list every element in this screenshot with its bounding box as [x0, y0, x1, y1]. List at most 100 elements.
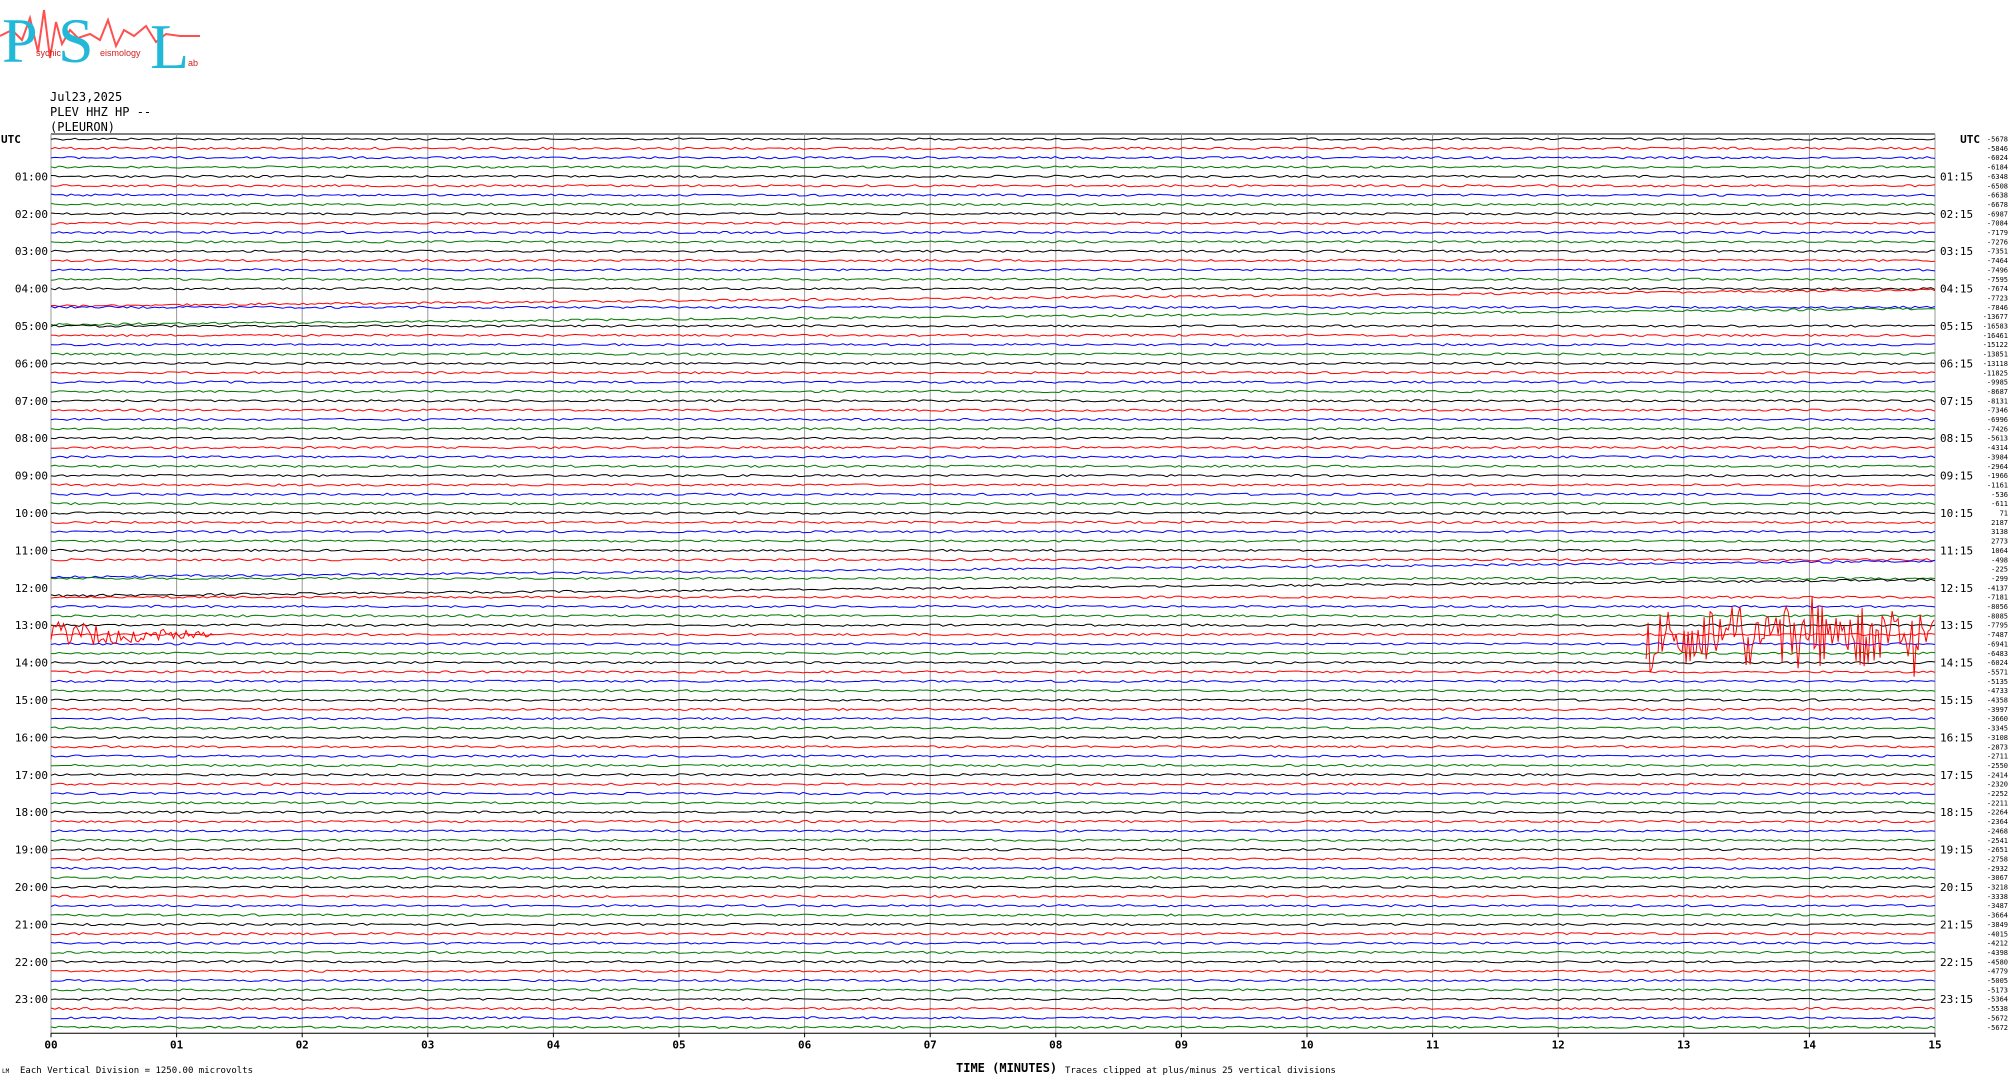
row-offset-label: -6348 [1987, 173, 2008, 181]
row-offset-label: -2264 [1987, 809, 2008, 817]
x-tick-label: 07 [924, 1038, 937, 1051]
row-offset-label: -2964 [1987, 463, 2008, 471]
x-tick-label: 11 [1426, 1038, 1440, 1051]
row-offset-label: -4137 [1987, 584, 2008, 592]
row-offset-label: -7351 [1987, 248, 2008, 256]
row-offset-label: -3487 [1987, 902, 2008, 910]
trace-row-12 [50, 249, 1936, 253]
trace-row-88 [50, 960, 1936, 964]
trace-row-93 [50, 1006, 1936, 1011]
row-offset-label: -3218 [1987, 884, 2008, 892]
trace-row-34 [50, 455, 1936, 459]
row-offset-label: -6508 [1987, 182, 2008, 190]
row-offset-label: -5005 [1987, 977, 2008, 985]
trace-row-62 [50, 717, 1936, 721]
x-tick-label: 03 [421, 1038, 434, 1051]
hour-label-left: 23:00 [15, 993, 48, 1006]
x-tick-label: 02 [296, 1038, 309, 1051]
hour-label-right: 02:15 [1940, 208, 1973, 221]
trace-row-32 [50, 436, 1936, 440]
trace-row-14 [50, 268, 1936, 272]
hour-label-right: 21:15 [1940, 918, 1973, 931]
row-offset-label: -7276 [1987, 238, 2008, 246]
trace-row-55 [51, 651, 1936, 655]
row-offset-label: -8687 [1987, 388, 2008, 396]
trace-row-67 [51, 763, 1936, 768]
row-offset-label: -2541 [1987, 837, 2008, 845]
row-offset-label: -3997 [1987, 706, 2008, 714]
hour-label-left: 13:00 [15, 619, 48, 632]
trace-row-69 [50, 782, 1936, 786]
row-offset-label: -4398 [1987, 949, 2008, 957]
hour-label-left: 10:00 [15, 507, 48, 520]
trace-row-20 [50, 324, 1936, 328]
row-offset-label: -13118 [1983, 360, 2008, 368]
row-offset-label: -3984 [1987, 453, 2008, 461]
hour-label-right: 04:15 [1940, 283, 1973, 296]
hour-label-right: 22:15 [1940, 956, 1973, 969]
trace-row-25 [50, 371, 1936, 375]
trace-row-21 [50, 333, 1936, 337]
trace-row-46 [50, 559, 1936, 579]
hour-label-right: 14:15 [1940, 657, 1973, 670]
trace-row-47 [50, 576, 1936, 581]
row-offset-label: -7487 [1987, 631, 2008, 639]
hour-label-left: 08:00 [15, 432, 48, 445]
row-offset-label: -6678 [1987, 201, 2008, 209]
x-tick-label: 04 [547, 1038, 561, 1051]
trace-row-5 [50, 184, 1936, 188]
trace-row-66 [50, 754, 1936, 758]
trace-row-17 [50, 288, 1936, 308]
x-tick-label: 05 [672, 1038, 685, 1051]
row-offset-label: 2187 [1991, 519, 2008, 527]
row-offset-label: -6638 [1987, 192, 2008, 200]
hour-label-left: 04:00 [15, 283, 48, 296]
trace-row-8 [50, 212, 1936, 216]
row-offset-label: -6941 [1987, 640, 2008, 648]
row-offset-label: -5135 [1987, 678, 2008, 686]
hour-label-right: 01:15 [1940, 170, 1973, 183]
hour-label-right: 20:15 [1940, 881, 1973, 894]
trace-row-44 [50, 548, 1936, 553]
hour-label-right: 07:15 [1940, 395, 1973, 408]
row-offset-label: -4314 [1987, 444, 2008, 452]
trace-row-60 [50, 698, 1936, 702]
trace-row-3 [50, 165, 1936, 169]
trace-row-18 [50, 305, 1936, 309]
trace-row-68 [50, 773, 1936, 777]
row-offset-label: -7846 [1987, 304, 2008, 312]
trace-row-57 [50, 670, 1936, 674]
trace-row-64 [50, 735, 1936, 740]
hour-label-right: 12:15 [1940, 582, 1973, 595]
row-offset-label: -5538 [1987, 1005, 2008, 1013]
row-offset-label: -13677 [1983, 313, 2008, 321]
trace-row-53 [50, 632, 1936, 637]
trace-row-52 [50, 623, 1936, 627]
trace-row-59 [50, 689, 1936, 693]
seismic-event-1 [1645, 596, 1935, 677]
row-offset-label: -5364 [1987, 996, 2008, 1004]
row-offset-label: -2414 [1987, 771, 2008, 779]
trace-row-91 [50, 988, 1936, 992]
hour-label-left: 09:00 [15, 470, 48, 483]
x-tick-label: 10 [1300, 1038, 1313, 1051]
trace-row-41 [50, 520, 1936, 524]
trace-row-40 [50, 511, 1936, 515]
trace-row-19 [50, 307, 1936, 327]
row-offset-label: -2758 [1987, 855, 2008, 863]
trace-row-95 [50, 1025, 1936, 1029]
trace-row-83 [50, 913, 1936, 917]
row-offset-label: -2873 [1987, 743, 2008, 751]
trace-row-37 [50, 483, 1936, 487]
x-tick-label: 00 [44, 1038, 57, 1051]
row-offset-label: -2364 [1987, 818, 2008, 826]
hour-label-right: 18:15 [1940, 806, 1973, 819]
x-tick-label: 08 [1049, 1038, 1062, 1051]
x-tick-label: 09 [1175, 1038, 1188, 1051]
row-offset-label: -6483 [1987, 650, 2008, 658]
hour-label-right: 19:15 [1940, 844, 1973, 857]
trace-row-76 [50, 847, 1936, 852]
utc-label-right: UTC [1960, 133, 1980, 146]
trace-row-23 [50, 352, 1935, 356]
trace-row-16 [50, 286, 1936, 291]
